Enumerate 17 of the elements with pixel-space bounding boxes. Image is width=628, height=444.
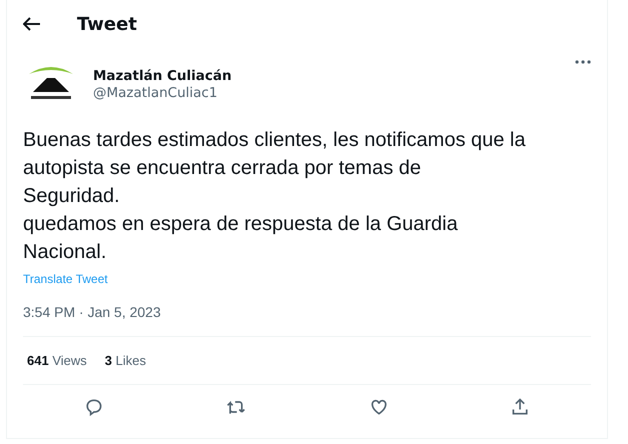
heart-icon	[368, 397, 389, 417]
tweet-timestamp: 3:54 PM · Jan 5, 2023	[23, 304, 162, 320]
share-button[interactable]	[510, 397, 530, 417]
back-button[interactable]	[23, 17, 41, 31]
speech-bubble-icon	[84, 397, 104, 417]
reply-button[interactable]	[84, 397, 104, 417]
stat-link[interactable]: 3 Likes	[104, 353, 146, 368]
share-icon	[510, 397, 530, 417]
stat-link[interactable]: 641 Views	[27, 353, 87, 368]
page-title: Tweet	[77, 14, 137, 34]
tweet-text: Buenas tardes estimados clientes, les notificamos que la autopista se encuentra cerrada por temas de Seguridad. quedamos en espera de respuesta de la Guardia Nacional.	[23, 128, 526, 265]
like-button[interactable]	[368, 397, 389, 417]
more-icon	[575, 60, 591, 64]
author-name[interactable]: Mazatlán Culiacán	[93, 68, 232, 84]
more-button[interactable]	[575, 60, 591, 64]
author-handle[interactable]: @MazatlanCuliac1	[93, 84, 232, 100]
back-arrow-icon	[23, 17, 41, 31]
